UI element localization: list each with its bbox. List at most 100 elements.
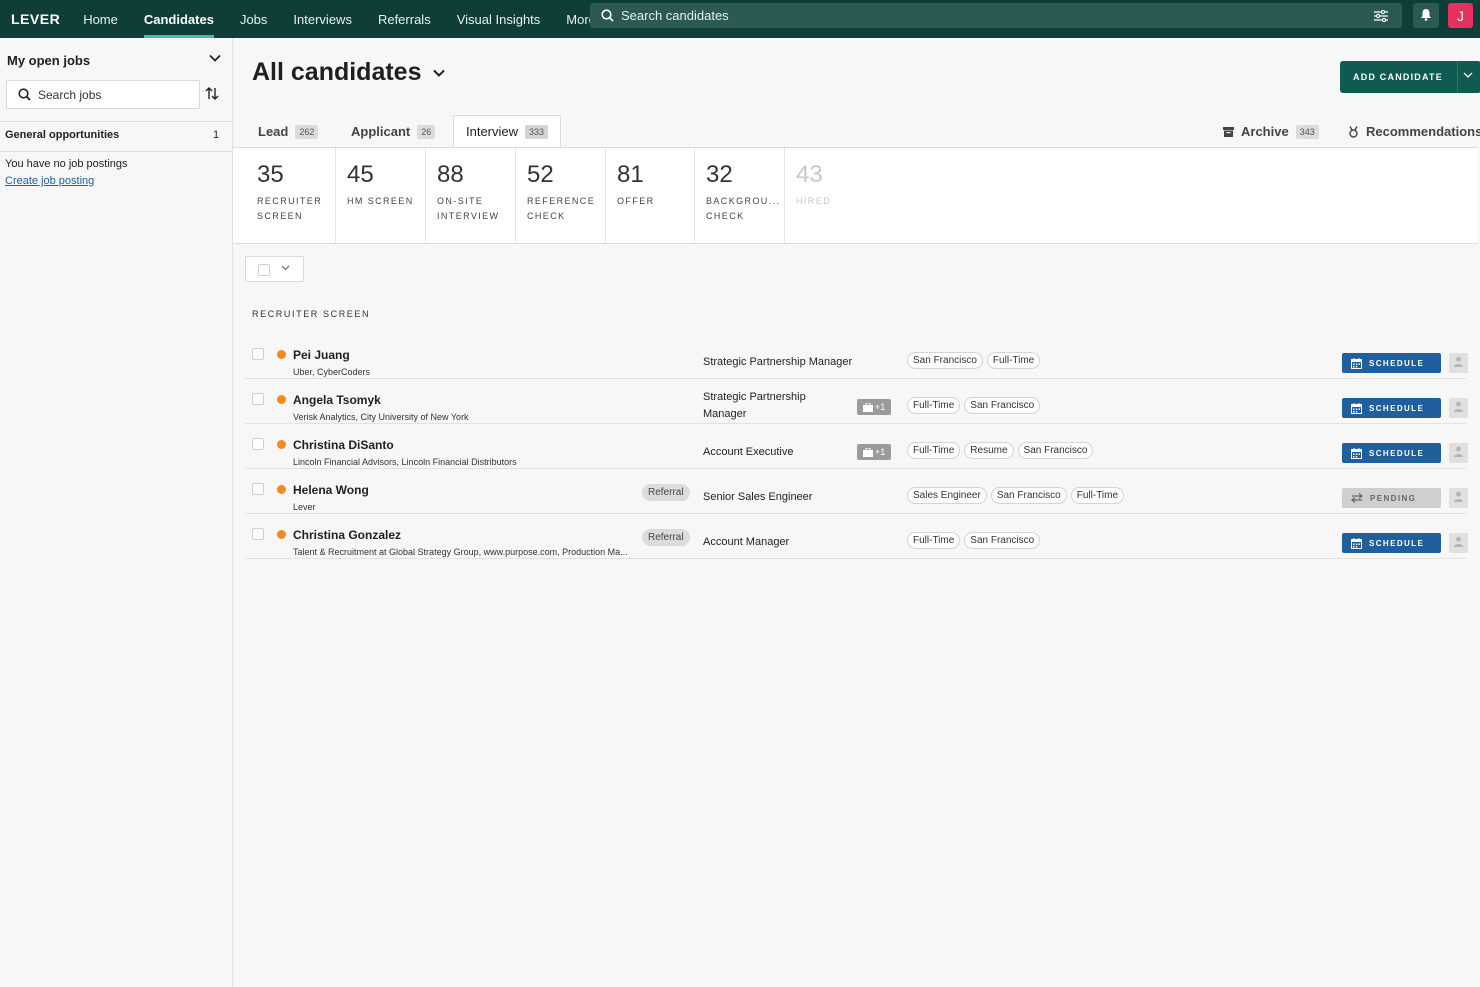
schedule-button[interactable]: SCHEDULE (1342, 443, 1441, 463)
tag: Full-Time (986, 352, 1041, 369)
stage-summary: 35 RECRUITER SCREEN 45 HM SCREEN 88 ON-S… (233, 147, 1478, 244)
tab-recommendations[interactable]: Recommendations (1348, 115, 1480, 148)
stage-count: 88 (437, 161, 464, 188)
extra-jobs-badge[interactable]: +1 (857, 444, 892, 460)
tab-lead[interactable]: Lead 262 (258, 115, 319, 148)
nav-visual-insights[interactable]: Visual Insights (444, 0, 554, 38)
status-dot (277, 395, 286, 404)
job-title: Senior Sales Engineer (703, 491, 813, 503)
stage-label: HIRED (796, 196, 832, 206)
recommendations-icon (1348, 125, 1359, 138)
tab-count: 343 (1295, 124, 1319, 139)
page-title-dropdown[interactable]: All candidates (252, 58, 445, 87)
calendar-icon (1351, 357, 1362, 369)
nav-candidates[interactable]: Candidates (131, 0, 227, 38)
stage-recruiter-screen[interactable]: 35 RECRUITER SCREEN (233, 148, 336, 243)
schedule-button[interactable]: SCHEDULE (1342, 398, 1441, 418)
extra-jobs-badge[interactable]: +1 (857, 399, 892, 415)
stage-hired[interactable]: 43 HIRED (785, 148, 875, 243)
tab-label: Interview (466, 124, 519, 139)
add-candidate-button[interactable]: ADD CANDIDATE (1340, 61, 1480, 93)
tab-applicant[interactable]: Applicant 26 (351, 115, 436, 148)
candidate-name[interactable]: Christina DiSanto (293, 438, 394, 452)
nav-visual-insights-label: Visual Insights (456, 11, 541, 27)
calendar-icon (1351, 402, 1362, 414)
candidate-row[interactable]: Christina DiSanto Lincoln Financial Advi… (245, 424, 1468, 469)
person-icon (1453, 536, 1464, 550)
chevron-down-icon (432, 69, 445, 77)
tag-list: Full-Time San Francisco (907, 532, 1041, 549)
row-checkbox[interactable] (252, 438, 264, 450)
tag-list: Full-Time Resume San Francisco (907, 442, 1094, 459)
assign-button[interactable] (1449, 488, 1468, 508)
tag: San Francisco (990, 487, 1067, 504)
row-checkbox[interactable] (252, 348, 264, 360)
stage-hm-screen[interactable]: 45 HM SCREEN (336, 148, 426, 243)
lever-logo[interactable]: LEVER (11, 11, 60, 27)
no-postings-text: You have no job postings (5, 158, 128, 170)
schedule-label: SCHEDULE (1369, 358, 1425, 368)
chevron-down-icon[interactable] (1463, 72, 1473, 79)
candidate-name[interactable]: Christina Gonzalez (293, 528, 401, 542)
candidate-name[interactable]: Pei Juang (293, 348, 350, 362)
pending-label: PENDING (1370, 493, 1417, 503)
candidate-row[interactable]: Angela Tsomyk Verisk Analytics, City Uni… (245, 379, 1468, 424)
search-candidates-input[interactable] (621, 8, 1374, 23)
bulk-select-dropdown[interactable] (245, 256, 304, 282)
candidate-row[interactable]: Christina Gonzalez Talent & Recruitment … (245, 514, 1468, 559)
candidate-org: Talent & Recruitment at Global Strategy … (293, 547, 628, 557)
main-content: All candidates ADD CANDIDATE Lead 262 Ap… (233, 38, 1480, 987)
schedule-button[interactable]: SCHEDULE (1342, 353, 1441, 373)
general-opportunities-label[interactable]: General opportunities (5, 129, 119, 141)
create-job-posting-link[interactable]: Create job posting (5, 175, 94, 187)
row-checkbox[interactable] (252, 528, 264, 540)
select-all-checkbox[interactable] (258, 264, 270, 276)
person-icon (1453, 401, 1464, 415)
general-opportunities-count: 1 (213, 129, 220, 141)
candidate-row[interactable]: Pei Juang Uber, CyberCoders Strategic Pa… (245, 334, 1468, 379)
swap-arrows-icon (1351, 493, 1363, 503)
sort-icon[interactable] (205, 87, 219, 100)
tab-count: 26 (417, 124, 436, 139)
notifications-button[interactable] (1413, 3, 1439, 28)
tab-interview[interactable]: Interview 333 (453, 115, 562, 148)
candidate-name[interactable]: Angela Tsomyk (293, 393, 381, 407)
nav-jobs[interactable]: Jobs (227, 0, 280, 38)
assign-button[interactable] (1449, 533, 1468, 553)
search-icon (18, 88, 31, 101)
stage-on-site-interview[interactable]: 88 ON-SITE INTERVIEW (426, 148, 516, 243)
schedule-button[interactable]: SCHEDULE (1342, 533, 1441, 553)
user-avatar[interactable]: J (1448, 3, 1473, 28)
stage-reference-check[interactable]: 52 REFERENCE CHECK (516, 148, 606, 243)
stage-background-check[interactable]: 32 BACKGROU... CHECK (695, 148, 785, 243)
assign-button[interactable] (1449, 353, 1468, 373)
chevron-down-icon[interactable] (209, 54, 221, 62)
section-title: RECRUITER SCREEN (252, 309, 371, 319)
row-checkbox[interactable] (252, 393, 264, 405)
bell-icon (1420, 8, 1432, 24)
row-checkbox[interactable] (252, 483, 264, 495)
page-title: All candidates (252, 58, 422, 86)
assign-button[interactable] (1449, 443, 1468, 463)
sidebar: My open jobs General opportunities 1 You… (0, 38, 233, 987)
filter-sliders-icon[interactable] (1374, 9, 1388, 22)
tag: San Francisco (907, 352, 983, 369)
nav-referrals[interactable]: Referrals (365, 0, 444, 38)
stage-count: 35 (257, 161, 284, 188)
tab-archive[interactable]: Archive 343 (1223, 115, 1319, 148)
assign-button[interactable] (1449, 398, 1468, 418)
candidate-row[interactable]: Helena Wong Lever Referral Senior Sales … (245, 469, 1468, 514)
nav-interviews[interactable]: Interviews (280, 0, 365, 38)
sidebar-heading: My open jobs (7, 53, 91, 68)
stage-count: 43 (796, 161, 823, 188)
search-jobs-input[interactable] (38, 87, 199, 102)
divider (0, 151, 232, 152)
candidate-list: Pei Juang Uber, CyberCoders Strategic Pa… (245, 334, 1468, 559)
stage-offer[interactable]: 81 OFFER (606, 148, 695, 243)
schedule-label: SCHEDULE (1369, 448, 1425, 458)
nav-home[interactable]: Home (70, 0, 131, 38)
nav-interviews-label: Interviews (293, 11, 352, 27)
candidate-name[interactable]: Helena Wong (293, 483, 369, 497)
pending-button[interactable]: PENDING (1342, 488, 1441, 508)
status-dot (277, 440, 286, 449)
